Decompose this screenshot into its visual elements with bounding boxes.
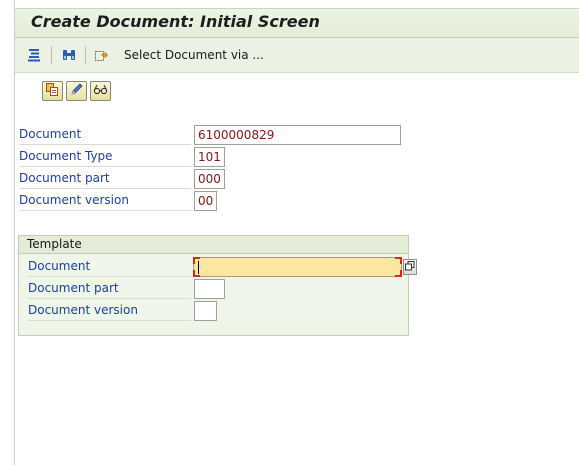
required-marker-bottom-left: [193, 270, 200, 277]
value-help-icon: [405, 260, 415, 274]
template-document-field[interactable]: [193, 257, 402, 277]
display-document-button[interactable]: [90, 81, 111, 101]
required-marker-top-right: [395, 257, 402, 264]
document-label: Document: [19, 125, 191, 145]
template-document-label: Document: [28, 257, 191, 277]
value-help-button[interactable]: [403, 259, 417, 275]
export-arrow-icon[interactable]: [93, 46, 111, 64]
binoculars-icon[interactable]: [60, 46, 78, 64]
select-document-via-button[interactable]: Select Document via ...: [124, 48, 264, 62]
copy-document-icon: [45, 82, 60, 100]
document-field[interactable]: 6100000829: [194, 125, 401, 145]
title-bar: Create Document: Initial Screen: [15, 8, 579, 38]
document-part-field[interactable]: 000: [194, 169, 225, 189]
template-document-version-label: Document version: [28, 301, 191, 321]
menu-list-icon[interactable]: [25, 46, 43, 64]
pencil-edit-icon: [69, 82, 84, 100]
change-document-button[interactable]: [66, 81, 87, 101]
template-group-title: Template: [19, 236, 408, 254]
required-marker-top-left: [193, 257, 200, 264]
document-version-field[interactable]: 00: [194, 191, 217, 211]
toolbar-separator: [85, 46, 86, 64]
window-left-border: [0, 0, 15, 465]
template-document-part-label: Document part: [28, 279, 191, 299]
document-version-label: Document version: [19, 191, 191, 211]
copy-document-button[interactable]: [42, 81, 63, 101]
template-document-version-field[interactable]: [194, 301, 217, 321]
application-toolbar: Select Document via ...: [15, 38, 579, 73]
toolbar-separator: [51, 46, 52, 64]
page-title: Create Document: Initial Screen: [31, 12, 320, 31]
required-marker-bottom-right: [395, 270, 402, 277]
display-glasses-icon: [93, 82, 108, 100]
template-document-part-field[interactable]: [194, 279, 225, 299]
document-type-label: Document Type: [19, 147, 191, 167]
document-part-label: Document part: [19, 169, 191, 189]
document-type-field[interactable]: 101: [194, 147, 225, 167]
